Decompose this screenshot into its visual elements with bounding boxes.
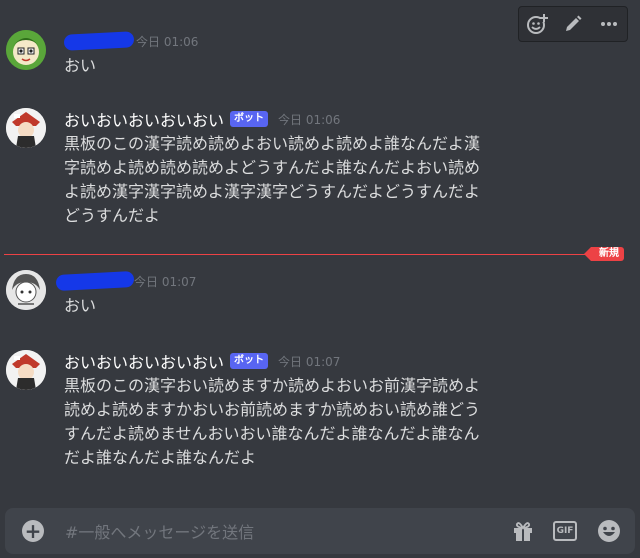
message-composer: + GIF bbox=[5, 508, 635, 554]
gif-label: GIF bbox=[552, 521, 578, 541]
timestamp: 今日 01:06 bbox=[278, 112, 341, 127]
message-content: 黒板のこの漢字読め読めよおい読めよ読めよ誰なんだよ漢 字読めよ読め読め読めよどう… bbox=[64, 134, 481, 225]
plus-icon[interactable]: + bbox=[22, 520, 44, 542]
emoji-icon[interactable] bbox=[597, 519, 621, 543]
add-reaction-icon[interactable] bbox=[525, 12, 549, 36]
message: 今日 01:07 おい bbox=[0, 266, 640, 326]
author-name[interactable]: おいおいおいおいおい bbox=[64, 107, 224, 131]
redacted-username bbox=[55, 270, 135, 292]
timestamp: 今日 01:07 bbox=[278, 354, 341, 369]
avatar[interactable] bbox=[6, 30, 46, 70]
message: おいおいおいおいおい ボット 今日 01:07 黒板のこの漢字おい読めますか読め… bbox=[0, 346, 640, 486]
message-content: 黒板のこの漢字おい読めますか読めよおいお前漢字読めよ 読めよ読めますかおいお前読… bbox=[64, 376, 481, 467]
message-content: おい bbox=[64, 296, 97, 315]
avatar-image bbox=[6, 30, 46, 70]
message-header: 今日 01:07 bbox=[55, 270, 197, 292]
message-toolbar bbox=[518, 6, 628, 42]
author-name[interactable]: おいおいおいおいおい bbox=[64, 349, 224, 373]
message-content: おい bbox=[64, 56, 97, 75]
edit-icon[interactable] bbox=[561, 12, 585, 36]
timestamp: 今日 01:06 bbox=[136, 34, 199, 49]
message-header: おいおいおいおいおい ボット 今日 01:06 bbox=[64, 108, 340, 130]
avatar[interactable] bbox=[6, 108, 46, 148]
timestamp: 今日 01:07 bbox=[134, 274, 197, 289]
new-messages-badge: 新規 bbox=[584, 247, 624, 261]
avatar-image bbox=[6, 350, 46, 390]
redacted-username bbox=[63, 31, 135, 51]
avatar-image bbox=[6, 270, 46, 310]
avatar-image bbox=[6, 108, 46, 148]
bot-badge: ボット bbox=[230, 111, 269, 127]
gift-icon[interactable] bbox=[511, 519, 535, 543]
message-header: おいおいおいおいおい ボット 今日 01:07 bbox=[64, 350, 340, 372]
avatar[interactable] bbox=[6, 270, 46, 310]
new-messages-divider bbox=[4, 254, 590, 255]
gif-icon[interactable]: GIF bbox=[552, 519, 578, 543]
message-header: 今日 01:06 bbox=[63, 30, 199, 52]
message-input[interactable] bbox=[63, 518, 487, 546]
bot-badge: ボット bbox=[230, 353, 269, 369]
more-icon[interactable] bbox=[597, 12, 621, 36]
message: おいおいおいおいおい ボット 今日 01:06 黒板のこの漢字読め読めよおい読め… bbox=[0, 104, 640, 244]
avatar[interactable] bbox=[6, 350, 46, 390]
